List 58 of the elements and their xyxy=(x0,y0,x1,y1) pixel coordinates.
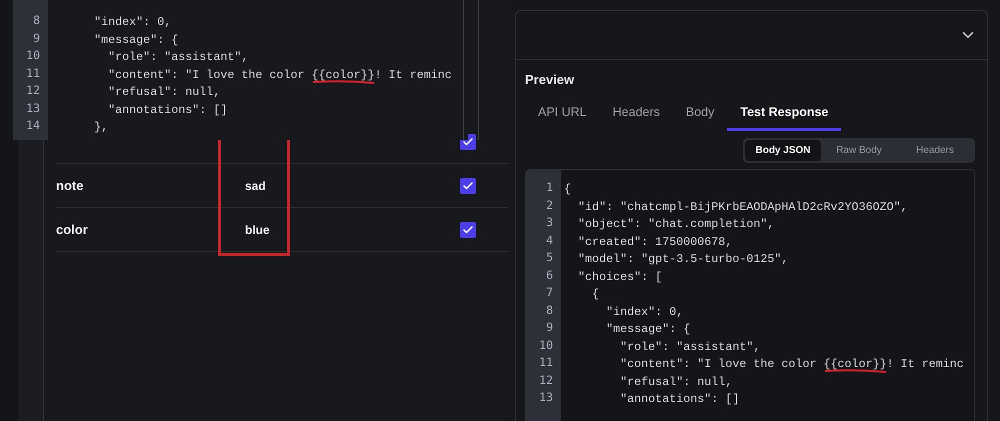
code-line: { xyxy=(564,182,572,196)
code-line: "model": "gpt-3.5-turbo-0125", xyxy=(577,252,788,266)
view-toggle[interactable]: Headers xyxy=(897,140,973,161)
variable-name: color xyxy=(56,222,89,237)
view-toggle[interactable]: Raw Body xyxy=(821,140,897,161)
code-line: "refusal": null, xyxy=(619,374,732,388)
code-line: "index": 0, xyxy=(605,304,684,318)
line-number: 12 xyxy=(538,372,554,388)
tab[interactable]: Test Response xyxy=(727,101,842,131)
line-number: 10 xyxy=(25,47,41,64)
tab[interactable]: API URL xyxy=(525,101,600,131)
checkbox[interactable] xyxy=(460,178,476,194)
line-number: 13 xyxy=(25,100,41,116)
line-number: 14 xyxy=(25,117,41,134)
line-number: 11 xyxy=(538,354,554,371)
line-number: 3 xyxy=(545,214,554,231)
line-number: 2 xyxy=(545,196,554,214)
code-line: "message": { xyxy=(605,322,690,336)
variable-value: sad xyxy=(245,178,267,192)
check-icon xyxy=(462,224,474,236)
code-line: "index": 0, xyxy=(93,15,172,29)
code-line: "message": { xyxy=(93,32,178,46)
variable-name: note xyxy=(56,178,84,193)
line-number: 11 xyxy=(25,64,41,82)
code-line: "content": "I love the color {{color}}! It reminc xyxy=(107,68,452,82)
code-line: "role": "assistant", xyxy=(619,340,760,354)
line-number: 13 xyxy=(538,389,554,406)
code-line: "object": "chat.completion", xyxy=(577,217,774,231)
line-number: 7 xyxy=(545,284,554,301)
line-number: 9 xyxy=(545,319,554,336)
line-number: 8 xyxy=(545,302,554,318)
tab[interactable]: Headers xyxy=(600,101,673,131)
code-line: "role": "assistant", xyxy=(107,50,248,64)
section-title: Preview xyxy=(525,72,576,87)
line-number: 8 xyxy=(32,12,41,29)
line-number: 5 xyxy=(545,249,554,266)
checkbox[interactable] xyxy=(460,222,476,238)
line-number: 12 xyxy=(25,82,41,99)
tab[interactable]: Body xyxy=(672,101,728,131)
line-number: 10 xyxy=(538,336,554,354)
code-line: "id": "chatcmpl-BijPKrbEAODApHAlD2cRv2YO36OZO", xyxy=(577,200,908,214)
check-icon xyxy=(462,180,474,192)
line-number: 9 xyxy=(32,30,41,46)
code-line: "content": "I love the color {{color}}! It reminc xyxy=(619,357,964,371)
code-line: "choices": [ xyxy=(577,270,662,284)
scrollbar[interactable] xyxy=(463,0,479,140)
check-icon xyxy=(462,136,474,148)
code-line: }, xyxy=(93,120,108,134)
code-line: "annotations": [] xyxy=(619,392,740,406)
code-line: "annotations": [] xyxy=(107,102,228,116)
view-toggle[interactable]: Body JSON xyxy=(745,140,821,161)
line-number: 4 xyxy=(545,232,554,248)
line-number: 1 xyxy=(545,179,554,196)
code-line: "created": 1750000678, xyxy=(577,234,732,248)
code-line: { xyxy=(591,287,600,301)
line-number: 6 xyxy=(545,266,554,284)
code-line: "refusal": null, xyxy=(107,85,220,99)
variable-value: blue xyxy=(245,222,271,236)
